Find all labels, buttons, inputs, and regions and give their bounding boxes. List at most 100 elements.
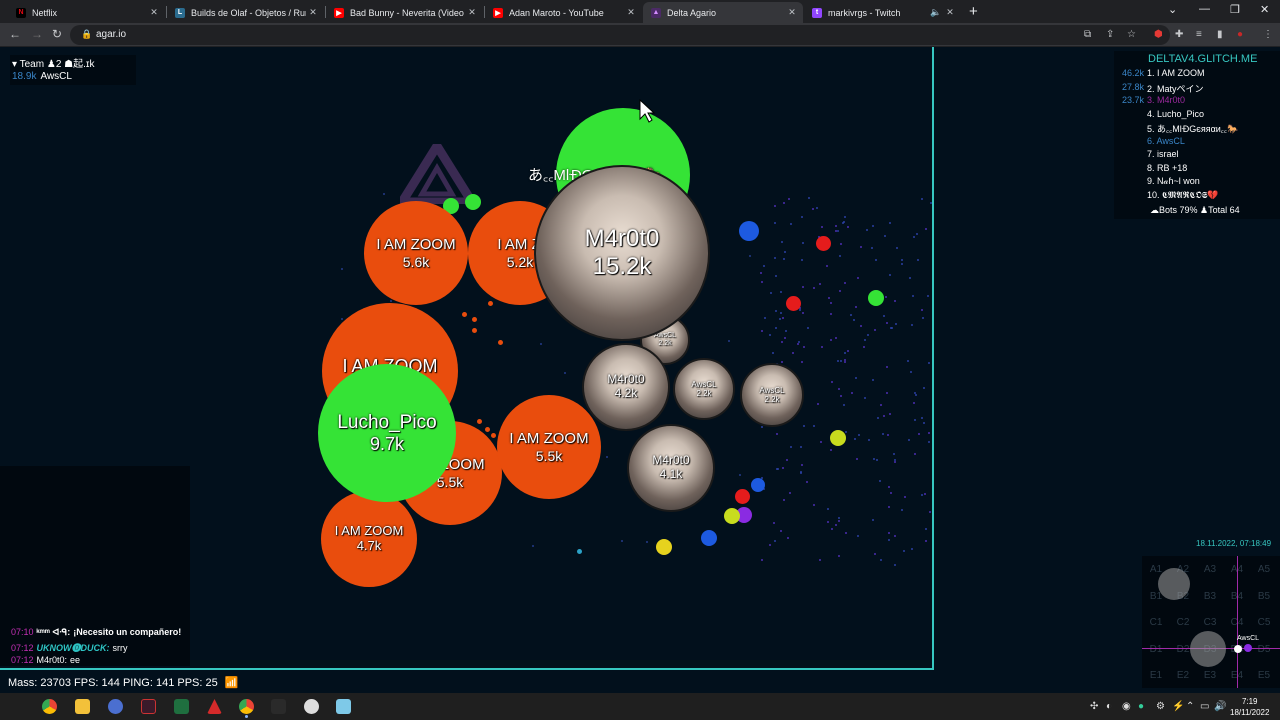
tab-bad-bunny[interactable]: ▶ Bad Bunny - Neverita (Video Ofic ✕ [326,2,483,23]
close-icon[interactable]: ✕ [785,7,799,18]
reading-list-icon[interactable]: ≡ [1196,29,1202,40]
particle [774,274,777,277]
app-icon[interactable] [304,699,319,714]
tab-netflix[interactable]: N Netflix ✕ [8,2,165,23]
volume-icon[interactable]: 🔊 [1214,701,1226,712]
forward-icon[interactable]: → [31,27,43,41]
close-icon[interactable]: ✕ [147,7,161,18]
twitch-icon: t [812,7,822,18]
particle [802,345,805,348]
leaderboard-name: 4. Lucho_Pico [1147,108,1205,119]
food-pellet [577,549,582,554]
app-icon[interactable] [174,699,189,714]
tab-twitch[interactable]: t markivrgs - Twitch 🔈 ✕ [804,2,961,23]
close-icon[interactable]: ✕ [306,7,320,18]
tray-icon[interactable]: ⌃ [1186,701,1194,712]
app-icon[interactable] [141,699,156,714]
tray-icon[interactable]: ✣ [1090,701,1098,712]
side-panel-icon[interactable]: ▮ [1217,29,1223,40]
cell-name: M4r0t0 [584,225,660,253]
particle [862,345,865,348]
particle [830,312,833,315]
back-icon[interactable]: ← [9,27,21,41]
install-icon[interactable]: ⧉ [1084,29,1091,40]
restore-button[interactable]: ❐ [1230,3,1240,16]
minimize-button[interactable]: — [1199,3,1210,15]
tray-icon[interactable]: ● [1138,701,1144,712]
particle [834,224,837,227]
particle [893,300,896,303]
tray-icon[interactable]: ◐ [1106,701,1112,712]
particle [764,316,767,319]
close-icon[interactable]: ✕ [943,7,957,18]
tab-search-icon[interactable]: ⌄ [1168,3,1177,16]
team-header[interactable]: ▾ Team ♟2 ☗起.ɪk [12,55,94,70]
share-icon[interactable]: ⇪ [1106,29,1114,40]
minimap-sector-label: C1 [1149,617,1163,628]
particle [776,467,779,470]
cell-mass: 4.2k [614,386,638,400]
network-icon[interactable]: ▭ [1200,701,1209,712]
close-icon[interactable]: ✕ [624,7,638,18]
cell-name: AwsCL [691,379,717,389]
app-icon[interactable] [336,699,351,714]
particle [760,281,763,284]
particle [902,549,905,552]
cell-mass: 15.2k [592,253,652,280]
minimap-sector-label: D1 [1149,643,1163,655]
leaderboard-name: 2. Matyペイン [1147,83,1204,94]
tray-icon[interactable]: ◉ [1122,701,1131,712]
particle [830,448,833,451]
file-explorer-icon[interactable] [75,699,90,714]
netflix-icon: N [16,7,26,18]
particle [540,342,543,345]
particle [830,381,833,384]
particle [910,547,913,550]
tab-olaf-builds[interactable]: L Builds de Olaf - Objetos / Runas ✕ [167,2,324,23]
minimap-player-label: AwsCL [1237,635,1260,642]
ejected-mass [498,340,503,345]
particle [786,458,789,461]
url-text[interactable]: agar.io [96,29,126,40]
minimap-enemy-dot [1244,644,1252,652]
leaderboard-name: 8. RB +18 [1147,162,1188,173]
taskbar-clock[interactable]: 7:19 18/11/2022 [1230,696,1269,718]
menu-icon[interactable]: ⋮ [1263,29,1273,40]
chat-message: 07:12 UKNOW🅓DUCK: srry [11,641,128,654]
ejected-mass [472,317,477,322]
reload-icon[interactable]: ↻ [52,27,62,41]
delta-logo-icon [400,144,474,204]
particle [837,554,840,557]
close-window-button[interactable]: ✕ [1260,3,1269,16]
profile-avatar[interactable]: ● [1237,29,1243,40]
tab-adan-maroto[interactable]: ▶ Adan Maroto - YouTube ✕ [485,2,642,23]
new-tab-button[interactable]: + [969,3,978,20]
leaderboard-row: 7. israel [1114,149,1280,162]
cell-name: M4r0t0 [607,372,645,387]
omnibox[interactable] [70,25,1170,45]
player-cell: Lucho_Pico 9.7k [318,364,456,502]
status-bar: Mass: 23703 FPS: 144 PING: 141 PPS: 25 📶 [8,676,239,689]
tab-delta-agario[interactable]: ▲ Delta Agario ✕ [643,2,803,23]
speaker-icon[interactable]: 🔈 [929,7,943,18]
bookmark-star-icon[interactable]: ☆ [1127,29,1136,40]
food-pellet [735,489,750,504]
particle [801,258,804,261]
extensions-puzzle-icon[interactable]: ✚ [1175,29,1183,40]
game-canvas[interactable]: あ꜀꜀MŀĐGєяяαи꜀꜀🐎 I AM ZOOM 5.6k I AM ZOOM… [0,47,1280,693]
chat-time: 07:12 [11,655,34,665]
status-text: Mass: 23703 FPS: 144 PING: 141 PPS: 25 [8,677,218,689]
tray-icon[interactable]: ⚙ [1156,701,1165,712]
tray-icon[interactable]: ⚡ [1172,701,1184,712]
xbox-icon[interactable] [271,699,286,714]
chrome-icon[interactable] [42,699,57,714]
extension-shield-icon[interactable]: ⬢ [1154,29,1163,40]
food-pellet [830,430,846,446]
app-icon[interactable] [108,699,123,714]
particle [839,289,842,292]
close-icon[interactable]: ✕ [465,7,479,18]
youtube-icon: ▶ [334,7,344,18]
particle [836,359,839,362]
chrome-active-icon[interactable] [239,699,254,714]
particle [924,527,927,530]
